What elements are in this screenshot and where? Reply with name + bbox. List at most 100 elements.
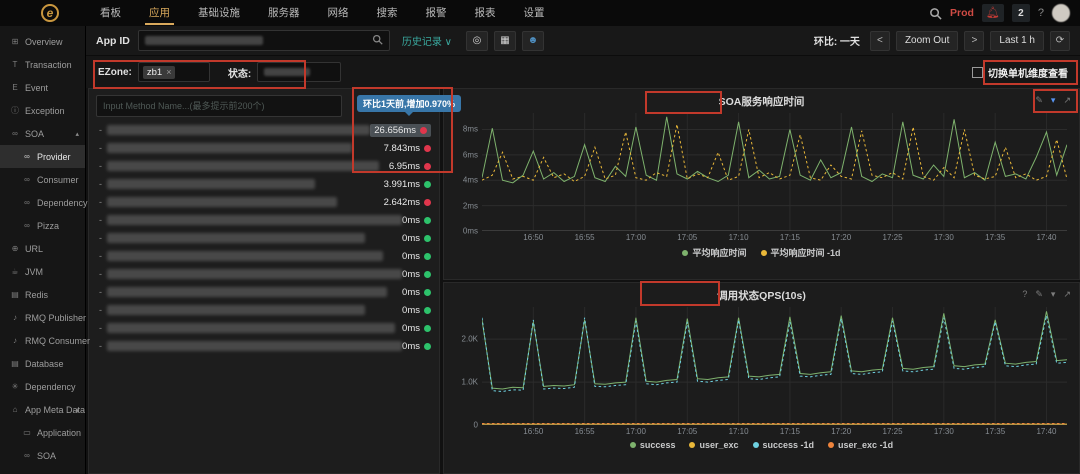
sidebar-item-exception[interactable]: ⓘException	[0, 99, 85, 122]
method-row[interactable]: -0ms	[89, 247, 439, 265]
series-success	[482, 311, 1067, 389]
single-machine-toggle[interactable]: 切换单机维度查看	[972, 65, 1068, 80]
nav-item-1[interactable]: 应用	[149, 0, 170, 26]
response-time-chart[interactable]: 0ms2ms4ms6ms8ms	[482, 113, 1067, 231]
method-row[interactable]: -0ms	[89, 283, 439, 301]
sidebar-item-consumer[interactable]: ∞Consumer	[0, 168, 85, 191]
row-dash: -	[99, 125, 102, 135]
x-axis-label: 17:10	[729, 427, 749, 436]
refresh-icon[interactable]: ⟳	[1050, 31, 1070, 51]
method-search-input[interactable]	[96, 95, 342, 117]
top-navbar: e 看板 应用 基础设施 服务器 网络 搜索 报警 报表 设置 Prod 🔔︎ 2 ?	[0, 0, 1080, 26]
legend-item[interactable]: 平均响应时间	[682, 246, 746, 259]
help-icon[interactable]: ?	[1038, 7, 1044, 19]
method-row[interactable]: -0ms	[89, 265, 439, 283]
sidebar-item-rmq-publisher[interactable]: ♪RMQ Publisher	[0, 306, 85, 329]
sidebar-item-dependency[interactable]: ✳Dependency	[0, 375, 85, 398]
chevron-down-icon[interactable]: ▾	[1051, 287, 1056, 301]
sidebar-item-application[interactable]: ▭Application	[0, 421, 85, 444]
eleme-logo[interactable]: e	[41, 4, 59, 22]
search-icon[interactable]	[372, 32, 383, 50]
method-row[interactable]: -0ms	[89, 301, 439, 319]
help-icon[interactable]: ?	[1022, 287, 1027, 301]
legend-item[interactable]: success -1d	[753, 440, 815, 450]
sidebar-item-redis[interactable]: ▤Redis	[0, 283, 85, 306]
share-icon[interactable]: ↗	[1063, 93, 1071, 107]
nav-item-3[interactable]: 服务器	[268, 0, 300, 26]
status-select[interactable]	[257, 62, 341, 82]
method-row[interactable]: -0ms	[89, 319, 439, 337]
app-id-input[interactable]	[138, 30, 390, 51]
method-name-redacted	[107, 215, 402, 225]
time-back-button[interactable]: <	[870, 31, 890, 51]
avatar[interactable]	[1052, 4, 1070, 22]
method-latency-value: 0ms	[402, 233, 431, 244]
status-redacted-value	[264, 68, 310, 76]
method-row[interactable]: -3.991ms	[89, 175, 439, 193]
nav-item-8[interactable]: 设置	[524, 0, 545, 26]
sidebar-item-app-meta-data[interactable]: ⌂App Meta Data▴	[0, 398, 85, 421]
alert-count-badge[interactable]: 2	[1012, 4, 1030, 22]
user-icon[interactable]: ☻	[522, 31, 544, 51]
sidebar-item-pizza[interactable]: ∞Pizza	[0, 214, 85, 237]
x-axis-label: 17:30	[934, 233, 954, 242]
method-panel: -26.656ms-7.843ms-6.95ms-3.991ms-2.642ms…	[88, 88, 440, 474]
link-icon: ∞	[22, 221, 32, 230]
chevron-up-icon[interactable]: ▴	[75, 130, 79, 138]
history-link[interactable]: 历史记录 ∨	[402, 33, 452, 48]
sidebar-item-url[interactable]: ⊕URL	[0, 237, 85, 260]
legend-item[interactable]: 平均响应时间 -1d	[761, 246, 841, 259]
checkbox-icon[interactable]	[972, 67, 983, 78]
method-row[interactable]: -0ms	[89, 211, 439, 229]
chart-svg	[482, 113, 1067, 231]
remove-tag-icon[interactable]: ×	[166, 67, 171, 77]
sidebar-item-overview[interactable]: ⊞Overview	[0, 30, 85, 53]
panel-title[interactable]: 调用状态QPS(10s)	[717, 288, 806, 303]
legend-item[interactable]: user_exc -1d	[828, 440, 893, 450]
time-forward-button[interactable]: >	[964, 31, 984, 51]
eye-icon[interactable]: ◎	[466, 31, 488, 51]
edit-icon[interactable]: ✎	[1035, 93, 1043, 107]
legend-item[interactable]: user_exc	[689, 440, 738, 450]
method-row[interactable]: -6.95ms	[89, 157, 439, 175]
sidebar-item-transaction[interactable]: TTransaction	[0, 53, 85, 76]
zoom-out-button[interactable]: Zoom Out	[896, 31, 958, 51]
nav-item-6[interactable]: 报警	[426, 0, 447, 26]
compare-period-label[interactable]: 环比: 一天	[814, 33, 860, 48]
chevron-down-icon[interactable]: ▾	[1051, 93, 1056, 107]
qps-chart[interactable]: 01.0K2.0K	[482, 307, 1067, 425]
legend-item[interactable]: success	[630, 440, 676, 450]
x-axis-label: 17:35	[985, 233, 1005, 242]
nav-item-5[interactable]: 搜索	[377, 0, 398, 26]
env-label[interactable]: Prod	[950, 7, 974, 19]
sidebar-item-label: Event	[25, 83, 48, 93]
nav-item-7[interactable]: 报表	[475, 0, 496, 26]
panel-title[interactable]: SOA服务响应时间	[719, 94, 805, 109]
edit-icon[interactable]: ✎	[1035, 287, 1043, 301]
sidebar-item-jvm[interactable]: ☕JVM	[0, 260, 85, 283]
ezone-select[interactable]: zb1 ×	[138, 62, 210, 82]
board-icon[interactable]: ▦	[494, 31, 516, 51]
share-icon[interactable]: ↗	[1063, 287, 1071, 301]
sidebar-item-soa[interactable]: ∞SOA▴	[0, 122, 85, 145]
method-row[interactable]: -2.642ms	[89, 193, 439, 211]
method-row[interactable]: -0ms	[89, 229, 439, 247]
sidebar-item-dependency[interactable]: ∞Dependency	[0, 191, 85, 214]
status-dot-green	[424, 235, 431, 242]
nav-item-0[interactable]: 看板	[100, 0, 121, 26]
alert-bell-button[interactable]: 🔔︎	[982, 4, 1004, 22]
nav-item-2[interactable]: 基础设施	[198, 0, 240, 26]
sidebar-item-soa[interactable]: ∞SOA	[0, 444, 85, 467]
sidebar-item-provider[interactable]: ∞Provider	[0, 145, 85, 168]
sidebar-item-event[interactable]: EEvent	[0, 76, 85, 99]
chevron-up-icon[interactable]: ▴	[75, 406, 79, 414]
nav-item-4[interactable]: 网络	[328, 0, 349, 26]
search-icon[interactable]	[929, 7, 942, 20]
method-row[interactable]: -26.656ms	[89, 121, 439, 139]
method-row[interactable]: -7.843ms	[89, 139, 439, 157]
sidebar-item-database[interactable]: ▤Database	[0, 352, 85, 375]
method-name-redacted	[107, 233, 365, 243]
time-range-button[interactable]: Last 1 h	[990, 31, 1044, 51]
method-row[interactable]: -0ms	[89, 337, 439, 355]
sidebar-item-rmq-consumer[interactable]: ♪RMQ Consumer	[0, 329, 85, 352]
